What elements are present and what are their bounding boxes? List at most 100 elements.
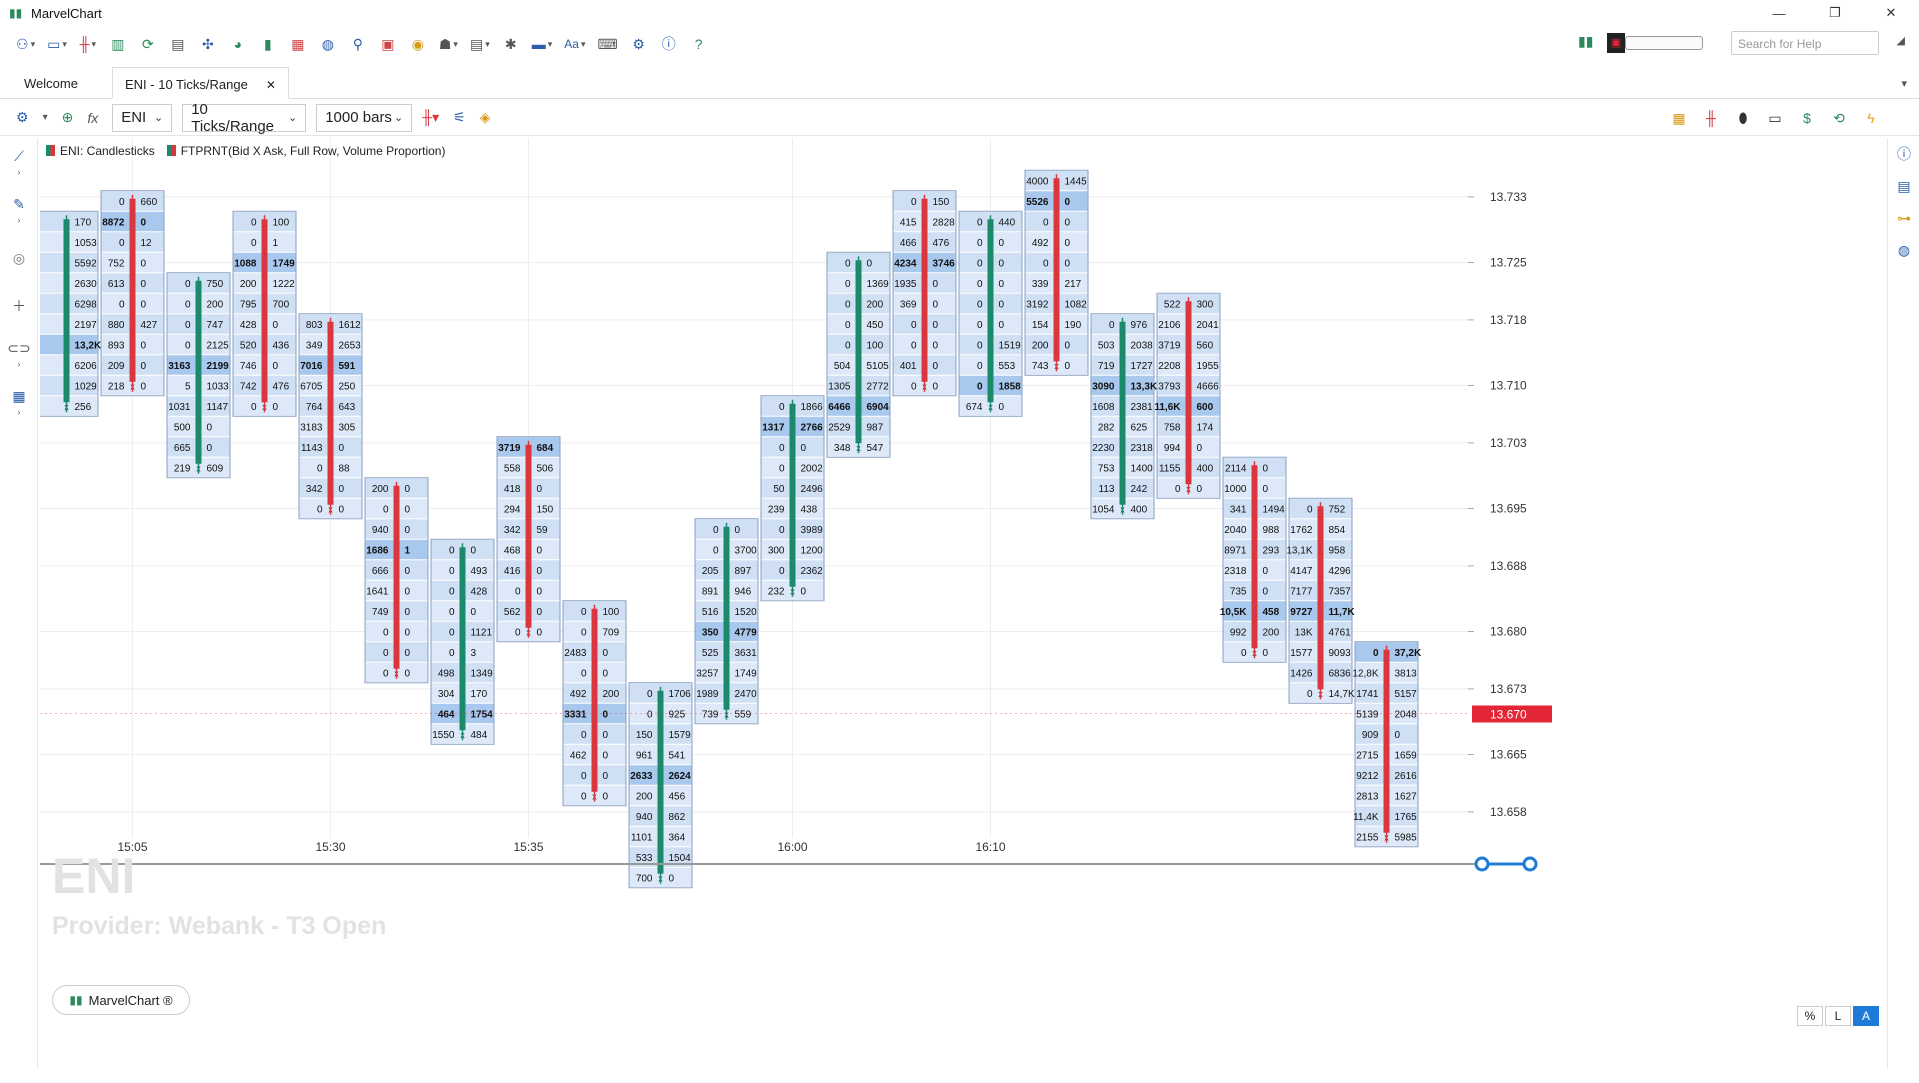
ask-volume: 428: [471, 586, 488, 597]
bars-select[interactable]: 1000 bars ⌄: [316, 103, 413, 132]
chart-type-icon[interactable]: ╫ ▾: [75, 32, 101, 56]
close-tab-icon[interactable]: ✕: [266, 78, 276, 92]
log-scale-button[interactable]: L: [1825, 1006, 1851, 1026]
trend-tool[interactable]: ⟋ ›: [0, 138, 38, 186]
crosshair-icon[interactable]: ✣: [195, 32, 221, 56]
ask-volume: 0: [801, 586, 807, 597]
chart-style-icon[interactable]: ╫▾: [422, 109, 439, 126]
legend-item-footprint[interactable]: FTPRNT(Bid X Ask, Full Row, Volume Propo…: [166, 144, 445, 158]
close-window-button[interactable]: ✕: [1863, 0, 1919, 26]
template-icon[interactable]: ◈: [480, 109, 491, 126]
marvelchart-status-icon[interactable]: ▮▮: [1578, 33, 1596, 53]
coins-icon[interactable]: ◉: [405, 32, 431, 56]
footprint-bar[interactable]: 0x37,2K12,8Kx38131741x51575139x2048909x0…: [1352, 641, 1422, 848]
document-icon[interactable]: ▤: [165, 32, 191, 56]
footprint-bar[interactable]: 3719x684558x506418x0294x150342x59468x041…: [496, 436, 561, 643]
timeframe-select[interactable]: 10 Ticks/Range ⌄: [182, 101, 307, 135]
percent-scale-button[interactable]: %: [1797, 1006, 1823, 1026]
history-icon[interactable]: ⟲: [1823, 110, 1855, 127]
tab-eni-chart[interactable]: ENI - 10 Ticks/Range ✕: [112, 67, 289, 99]
footprint-icon[interactable]: ▥: [105, 32, 131, 56]
formula-icon[interactable]: fx: [87, 110, 98, 126]
footprint-bar[interactable]: 200x00x0940x01686x1666x01641x0749x00x00x…: [364, 477, 429, 684]
table-icon[interactable]: ▣: [375, 32, 401, 56]
font-icon[interactable]: Aa ▾: [560, 32, 589, 56]
layout-icon[interactable]: ▤ ▾: [466, 32, 494, 56]
calendar-icon[interactable]: ▦: [285, 32, 311, 56]
info-icon[interactable]: ⓘ: [656, 32, 682, 56]
legend-item-candles[interactable]: ENI: Candlesticks: [46, 144, 155, 158]
footprint-bar[interactable]: 0x00x13690x2000x4500x100504x51051305x277…: [826, 251, 891, 458]
terminal-status-icon[interactable]: ▣: [1607, 33, 1625, 53]
footprint-bar[interactable]: 0x4400x00x00x00x00x00x15190x5530x1858674…: [958, 210, 1023, 417]
footprint-bar[interactable]: 0x1000x7092483x00x0492x2003331x00x0462x0…: [562, 600, 627, 807]
tab-welcome[interactable]: Welcome: [12, 67, 90, 99]
notes-icon[interactable]: ▤: [1888, 170, 1919, 202]
workspace-icon[interactable]: ⚇ ▾: [12, 32, 39, 56]
symbol-select[interactable]: ENI ⌄: [112, 103, 173, 132]
refresh-icon[interactable]: ⟳: [135, 32, 161, 56]
monitor-icon[interactable]: ▭ ▾: [43, 32, 71, 56]
bid-volume: 418: [504, 484, 521, 495]
mouse-icon[interactable]: ⬮: [1727, 110, 1759, 127]
indicators-icon[interactable]: ⚟: [453, 109, 466, 126]
link-tool[interactable]: ⊂⊃ ›: [0, 330, 38, 378]
bid-volume: 0: [713, 545, 719, 556]
alert-icon[interactable]: ▦: [1663, 110, 1695, 127]
footprint-bar[interactable]: 0x150415x2828466x4764234x37461935x0369x0…: [892, 190, 957, 397]
bid-volume: 0: [251, 217, 257, 228]
settings-icon[interactable]: ⚙: [16, 109, 29, 126]
user-icon[interactable]: ☗ ▾: [435, 32, 462, 56]
footprint-bar[interactable]: 0x18661317x27660x00x200250x2496239x4380x…: [760, 395, 825, 602]
scroll-handle-right[interactable]: [1522, 856, 1538, 872]
ask-volume: 170: [471, 689, 488, 700]
help-icon[interactable]: ?: [686, 32, 712, 56]
footprint-bar[interactable]: 4000x14455526x00x0492x00x0339x2173192x10…: [1024, 169, 1089, 376]
chevron-down-icon[interactable]: ◢: [1897, 34, 1905, 47]
bid-volume: 1935: [894, 279, 917, 290]
maximize-button[interactable]: ❐: [1807, 0, 1863, 26]
auto-scale-button[interactable]: A: [1853, 1006, 1879, 1026]
book-icon[interactable]: ▮: [255, 32, 281, 56]
hierarchy-icon[interactable]: ⊶: [1888, 202, 1919, 234]
dollar-icon[interactable]: $: [1791, 110, 1823, 126]
add-icon[interactable]: ⊕: [62, 109, 74, 126]
ask-volume: 0: [669, 873, 675, 884]
fingerprint-tool[interactable]: ◎: [0, 234, 38, 282]
footprint-bar[interactable]: 0x7521762x85413,1Kx9584147x42967177x7357…: [1286, 497, 1355, 704]
tab-menu-chevron-icon[interactable]: ▾: [1901, 77, 1907, 90]
footprint-bar[interactable]: 0x00x3700205x897891x946516x1520350x47795…: [694, 518, 759, 725]
search-help-input[interactable]: Search for Help: [1731, 31, 1879, 55]
globe-icon[interactable]: ◍: [315, 32, 341, 56]
marvelchart-brand-button[interactable]: ▮▮ MarvelChart ®: [52, 985, 190, 1015]
footprint-bar[interactable]: 0x976503x2038719x17273090x13,3K1608x2381…: [1090, 313, 1158, 520]
footprint-bar[interactable]: 803x1612349x26537016x5916705x250764x6433…: [298, 313, 363, 520]
orderbook-icon[interactable]: ╫: [1695, 110, 1727, 126]
chevron-down-icon: ⌄: [288, 112, 298, 124]
footprint-bar[interactable]: 0x7500x2000x7470x21253163x21995x10331031…: [166, 272, 231, 479]
pie-icon[interactable]: ◕: [225, 32, 251, 56]
globe-icon[interactable]: ◍: [1888, 234, 1919, 266]
scroll-handle-left[interactable]: [1474, 856, 1490, 872]
keyboard-shortcut-icon[interactable]: ▭: [1759, 110, 1791, 127]
pen-tool[interactable]: ✎ ›: [0, 186, 38, 234]
keyboard-icon[interactable]: ⌨: [593, 32, 621, 56]
ask-volume: 752: [1329, 504, 1346, 515]
bug-icon[interactable]: ✱: [498, 32, 524, 56]
chevron-down-icon[interactable]: ▾: [43, 112, 48, 123]
info-icon[interactable]: ⓘ: [1888, 138, 1919, 170]
ask-volume: 9093: [1329, 648, 1352, 659]
gear-icon[interactable]: ⚙: [626, 32, 652, 56]
footprint-bar[interactable]: 0x6608872x00x12752x0613x00x0880x427893x0…: [100, 190, 165, 397]
crosshair-tool[interactable]: ＋: [0, 282, 38, 330]
footprint-bar[interactable]: x170x1053x5592x2630x6298x2197x13,2Kx6206…: [34, 210, 102, 417]
search-people-icon[interactable]: ⚲: [345, 32, 371, 56]
minimize-button[interactable]: —: [1751, 0, 1807, 26]
footprint-bar[interactable]: 522x3002106x20413719x5602208x19553793x46…: [1154, 292, 1221, 499]
color-theme-icon[interactable]: ▬ ▾: [528, 32, 557, 56]
bid-volume: 1741: [1356, 689, 1379, 700]
footprint-bar[interactable]: 2114x01000x0341x14942040x9888971x2932318…: [1220, 456, 1287, 663]
lightning-icon[interactable]: ϟ: [1855, 110, 1887, 126]
footprint-bar[interactable]: 0x1000x11088x1749200x1222795x700428x0520…: [232, 210, 297, 417]
grid-tool[interactable]: ▦ ›: [0, 378, 38, 426]
